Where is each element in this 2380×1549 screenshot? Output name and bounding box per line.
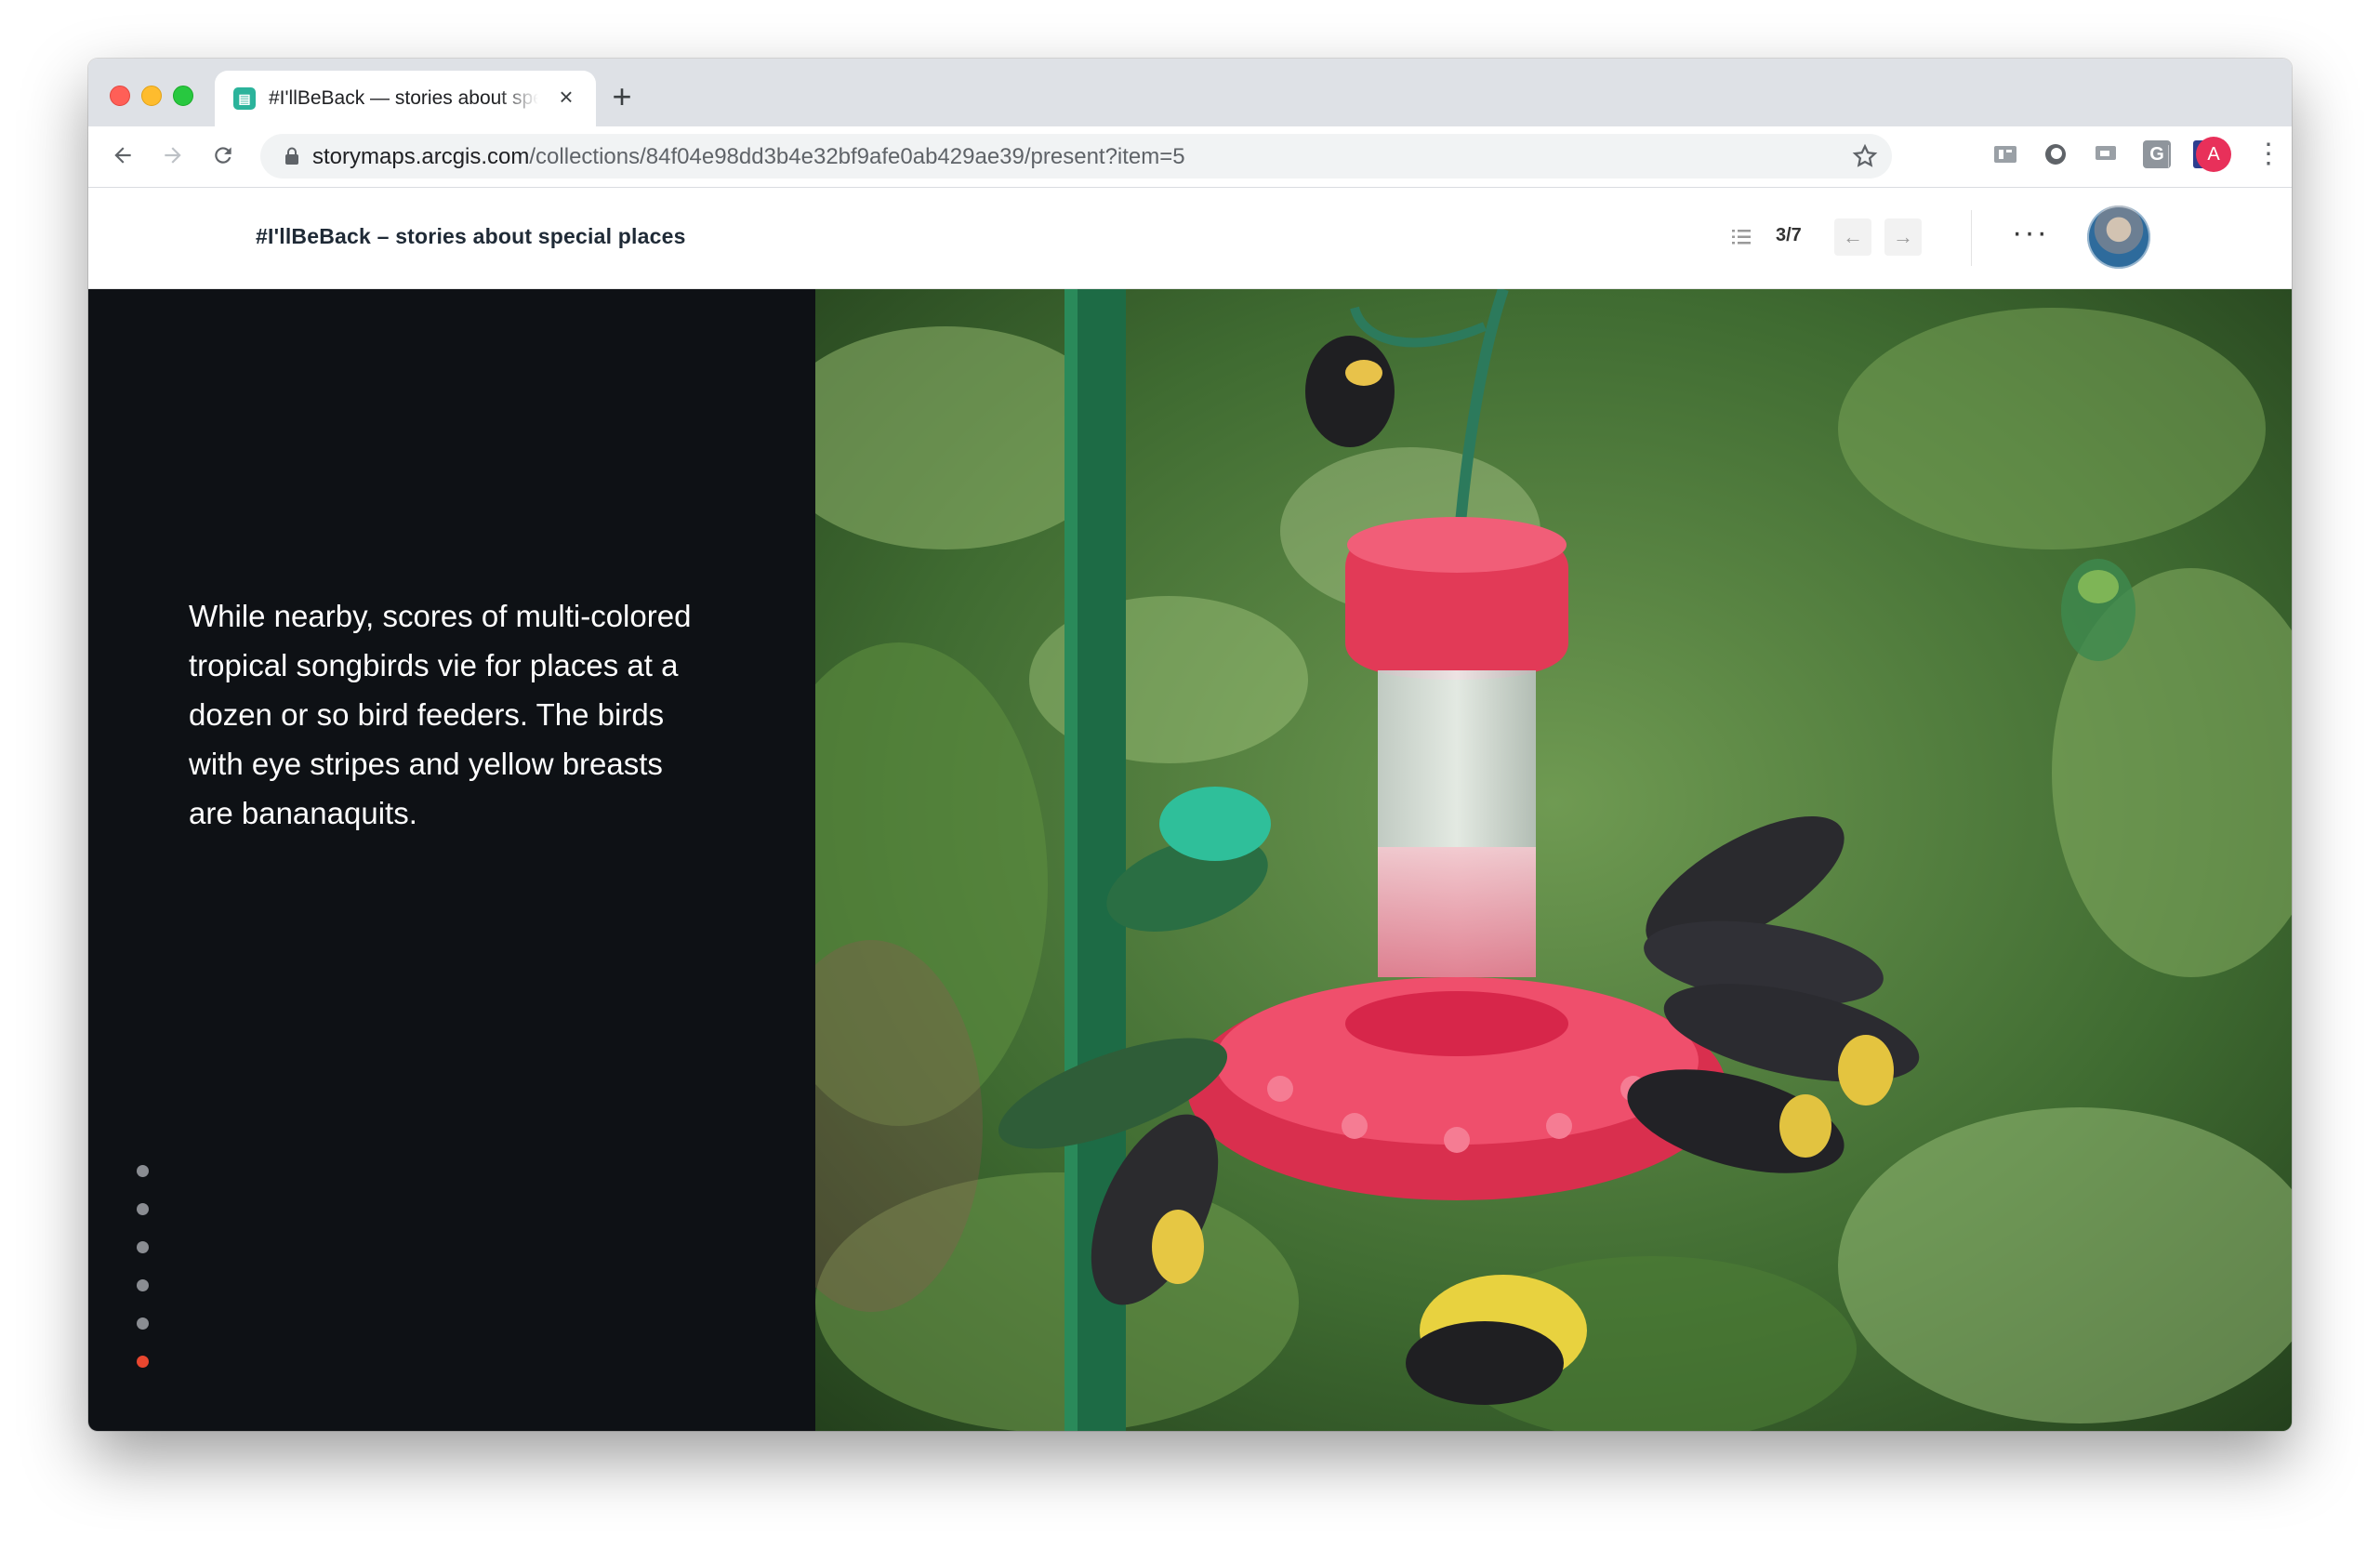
narrative-text: While nearby, scores of multi-colored tr… xyxy=(189,599,692,830)
progress-dot-active[interactable] xyxy=(137,1356,149,1368)
more-options-button[interactable]: ··· xyxy=(2010,216,2051,253)
reader-icon[interactable] xyxy=(1991,140,2019,168)
new-tab-button[interactable]: + xyxy=(605,80,639,113)
photo-illustration xyxy=(815,289,2292,1431)
bookmark-star-icon[interactable] xyxy=(1851,142,1879,170)
circle-extension-icon[interactable] xyxy=(2042,140,2069,168)
cast-extension-icon[interactable] xyxy=(2093,140,2121,168)
narrative-panel: While nearby, scores of multi-colored tr… xyxy=(88,289,815,1431)
url-text: storymaps.arcgis.com/collections/84f04e9… xyxy=(312,144,1185,170)
tab-strip: ▤ #I'llBeBack — stories about special pl… xyxy=(88,59,2292,126)
progress-dot[interactable] xyxy=(137,1279,149,1291)
maximize-window-button[interactable] xyxy=(173,86,193,106)
toolbar-separator xyxy=(2168,145,2169,167)
reload-icon xyxy=(215,147,231,164)
item-counter: 3/7 xyxy=(1776,225,1802,245)
header-divider xyxy=(1971,210,1972,266)
list-icon[interactable] xyxy=(1730,226,1752,248)
profile-avatar[interactable]: A xyxy=(2196,137,2231,172)
progress-dots xyxy=(137,1165,149,1394)
storymaps-favicon-icon: ▤ xyxy=(233,87,256,110)
minimize-window-button[interactable] xyxy=(141,86,162,106)
address-bar[interactable]: storymaps.arcgis.com/collections/84f04e9… xyxy=(260,134,1892,179)
tab-title: #I'llBeBack — stories about special plac… xyxy=(269,87,538,109)
previous-item-button[interactable]: ← xyxy=(1834,218,1871,256)
grammarly-icon[interactable]: G xyxy=(2143,140,2171,168)
url-host: storymaps.arcgis.com xyxy=(312,144,530,169)
bird-feeder-photo xyxy=(815,289,2292,1431)
browser-menu-icon[interactable]: ⋮ xyxy=(2254,139,2282,171)
browser-tab[interactable]: ▤ #I'llBeBack — stories about special pl… xyxy=(215,71,596,126)
lock-icon xyxy=(285,147,298,165)
forward-button[interactable] xyxy=(153,136,192,175)
collection-title: #I'llBeBack – stories about special plac… xyxy=(256,224,686,248)
progress-dot[interactable] xyxy=(137,1165,149,1177)
url-path: /collections/84f04e98dd3b4e32bf9afe0ab42… xyxy=(529,144,1185,169)
close-window-button[interactable] xyxy=(110,86,130,106)
tab-close-icon[interactable]: × xyxy=(553,84,579,110)
arrow-right-icon xyxy=(165,147,181,164)
arrow-left-icon xyxy=(114,147,131,164)
progress-dot[interactable] xyxy=(137,1203,149,1215)
browser-window: ▤ #I'llBeBack — stories about special pl… xyxy=(88,59,2292,1431)
next-item-button[interactable]: → xyxy=(1884,218,1922,256)
back-button[interactable] xyxy=(103,136,142,175)
reload-button[interactable] xyxy=(204,136,243,175)
author-avatar[interactable] xyxy=(2087,205,2150,269)
story-header: #I'llBeBack – stories about special plac… xyxy=(88,188,2292,289)
progress-dot[interactable] xyxy=(137,1241,149,1253)
progress-dot[interactable] xyxy=(137,1317,149,1330)
browser-toolbar: storymaps.arcgis.com/collections/84f04e9… xyxy=(88,126,2292,188)
